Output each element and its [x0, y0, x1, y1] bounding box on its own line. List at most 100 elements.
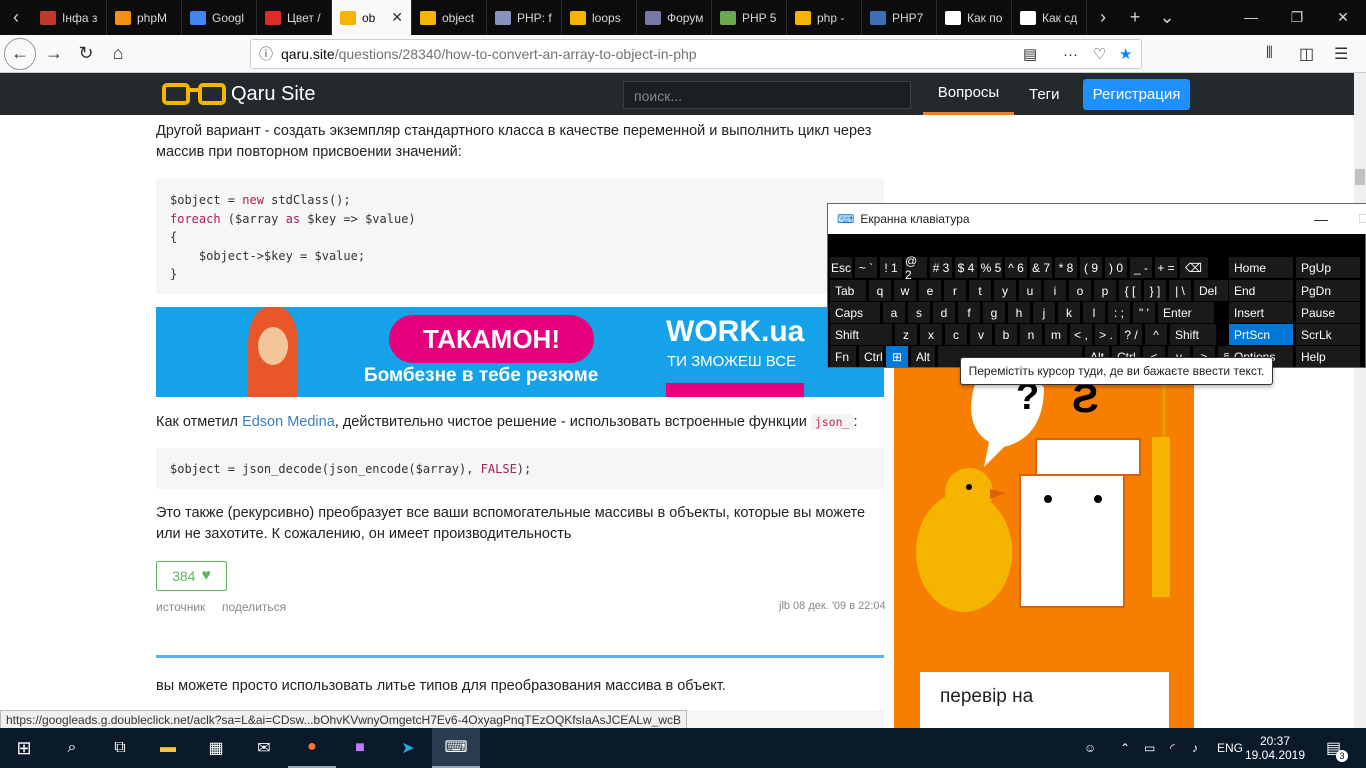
osk-key[interactable]: h	[1008, 302, 1030, 323]
osk-key[interactable]: a	[883, 302, 905, 323]
osk-key[interactable]: v	[970, 324, 992, 345]
osk-key[interactable]: ⌫	[1180, 257, 1208, 278]
browser-tab[interactable]: Как по	[937, 0, 1012, 35]
osk-key[interactable]: y	[994, 280, 1016, 301]
osk-key[interactable]: w	[894, 280, 916, 301]
osk-key[interactable]: b	[995, 324, 1017, 345]
osk-maximize-icon[interactable]: ☐	[1358, 212, 1366, 226]
search-icon[interactable]: ⌕	[48, 728, 96, 768]
osk-taskbar-icon[interactable]: ⌨	[432, 728, 480, 768]
osk-nav-key[interactable]: PgUp	[1296, 257, 1360, 278]
osk-key[interactable]: % 5	[980, 257, 1002, 278]
task-view-icon[interactable]: ⧉	[96, 728, 144, 768]
share-link[interactable]: поделиться	[222, 600, 286, 614]
osk-key[interactable]: z	[895, 324, 917, 345]
url-bar[interactable]: ⓘ qaru.site/questions/28340/how-to-conve…	[250, 39, 1142, 69]
tab-scroll-right-icon[interactable]: ›	[1087, 7, 1119, 28]
minimize-icon[interactable]: —	[1228, 9, 1274, 26]
osk-key[interactable]: r	[944, 280, 966, 301]
osk-key[interactable]: d	[933, 302, 955, 323]
osk-key[interactable]: @ 2	[905, 254, 927, 282]
osk-key[interactable]: k	[1058, 302, 1080, 323]
osk-key[interactable]: : ;	[1108, 302, 1130, 323]
sidebar-icon[interactable]: ◫	[1299, 35, 1314, 73]
osk-key[interactable]: ⊞	[886, 346, 908, 367]
osk-nav-key[interactable]: Help	[1296, 346, 1360, 367]
osk-nav-key[interactable]: Insert	[1229, 302, 1293, 323]
site-logo-text[interactable]: Qaru Site	[231, 83, 315, 106]
side-ad[interactable]: ? Ƨ перевір на	[894, 367, 1194, 728]
browser-tab[interactable]: PHP: f	[487, 0, 562, 35]
new-tab-icon[interactable]: +	[1119, 7, 1151, 28]
osk-key[interactable]: Shift	[830, 324, 892, 345]
osk-key[interactable]: < ,	[1070, 324, 1092, 345]
osk-key[interactable]: ) 0	[1105, 257, 1127, 278]
osk-key[interactable]: } ]	[1144, 280, 1166, 301]
osk-key[interactable]: Caps	[830, 302, 880, 323]
osk-key[interactable]: g	[983, 302, 1005, 323]
forward-icon[interactable]: →	[38, 38, 70, 70]
osk-key[interactable]: l	[1083, 302, 1105, 323]
browser-tab[interactable]: PHP7	[862, 0, 937, 35]
pocket-icon[interactable]: ♡	[1093, 45, 1106, 63]
osk-key[interactable]: u	[1019, 280, 1041, 301]
osk-nav-key[interactable]: Home	[1229, 257, 1293, 278]
mail-icon[interactable]: ✉	[240, 728, 288, 768]
site-search-input[interactable]: поиск...	[623, 81, 911, 109]
back-icon[interactable]: ←	[4, 37, 36, 70]
osk-nav-key[interactable]: End	[1229, 280, 1293, 301]
reader-view-icon[interactable]: ▤	[1023, 45, 1037, 63]
osk-key[interactable]: Enter	[1158, 302, 1214, 323]
bookmark-star-icon[interactable]: ★	[1119, 45, 1132, 63]
osk-minimize-icon[interactable]: —	[1314, 211, 1328, 227]
browser-tab[interactable]: ob ✕	[332, 0, 412, 35]
osk-key[interactable]: q	[869, 280, 891, 301]
osk-key[interactable]: " '	[1133, 302, 1155, 323]
osk-key[interactable]: i	[1044, 280, 1066, 301]
browser-tab[interactable]: Как сд	[1012, 0, 1087, 35]
language-indicator[interactable]: ENG	[1217, 728, 1243, 768]
osk-title-bar[interactable]: ⌨ Екранна клавіатура — ☐	[828, 204, 1366, 234]
scrollbar-thumb[interactable]	[1355, 169, 1365, 185]
wifi-icon[interactable]: ◜	[1170, 728, 1175, 768]
restore-icon[interactable]: ❐	[1274, 9, 1320, 26]
osk-key[interactable]: { [	[1119, 280, 1141, 301]
browser-tab[interactable]: phpM	[107, 0, 182, 35]
osk-key[interactable]: s	[908, 302, 930, 323]
file-explorer-icon[interactable]: ▬	[144, 728, 192, 768]
osk-nav-key[interactable]: Pause	[1296, 302, 1360, 323]
clock[interactable]: 20:37 19.04.2019	[1245, 728, 1305, 768]
osk-key[interactable]: e	[919, 280, 941, 301]
osk-key[interactable]: _ -	[1130, 257, 1152, 278]
osk-key[interactable]: n	[1020, 324, 1042, 345]
phpstorm-icon[interactable]: ■	[336, 728, 384, 768]
reload-icon[interactable]: ↻	[70, 38, 102, 70]
volume-icon[interactable]: ♪	[1192, 728, 1198, 768]
osk-key[interactable]: * 8	[1055, 257, 1077, 278]
register-button[interactable]: Регистрация	[1083, 79, 1190, 110]
osk-key[interactable]: ~ `	[855, 257, 877, 278]
osk-key[interactable]: ^ 6	[1005, 257, 1027, 278]
battery-icon[interactable]: ▭	[1144, 728, 1155, 768]
tab-close-icon[interactable]: ✕	[391, 9, 403, 26]
osk-key[interactable]: ! 1	[880, 257, 902, 278]
osk-key[interactable]: + =	[1155, 257, 1177, 278]
osk-key[interactable]: c	[945, 324, 967, 345]
osk-key[interactable]: Esc	[830, 257, 852, 278]
telegram-icon[interactable]: ➤	[384, 728, 432, 768]
ad-banner[interactable]: ТАКАМОН! Бомбезне в тебе резюме WORK.ua …	[156, 307, 884, 397]
people-icon[interactable]: ☺	[1084, 728, 1096, 768]
page-actions-icon[interactable]: ···	[1063, 46, 1078, 63]
osk-key[interactable]: # 3	[930, 257, 952, 278]
browser-tab[interactable]: php -	[787, 0, 862, 35]
list-tabs-icon[interactable]: ⌄	[1151, 7, 1183, 28]
browser-tab[interactable]: loops	[562, 0, 637, 35]
browser-tab[interactable]: Цвет /	[257, 0, 332, 35]
site-info-icon[interactable]: ⓘ	[259, 44, 273, 64]
nav-questions[interactable]: Вопросы	[923, 73, 1014, 115]
browser-tab[interactable]: Інфа з	[32, 0, 107, 35]
osk-key[interactable]: > .	[1095, 324, 1117, 345]
osk-key[interactable]: Ctrl	[859, 346, 883, 367]
osk-key[interactable]: ^	[1145, 324, 1167, 345]
start-icon[interactable]: ⊞	[0, 728, 48, 768]
